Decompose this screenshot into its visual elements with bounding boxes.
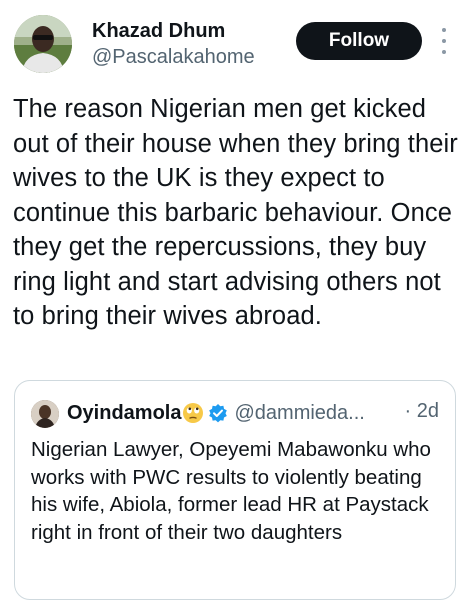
quoted-tweet-timestamp[interactable]: · 2d xyxy=(405,400,439,423)
tweet-header: Khazad Dhum @Pascalakahome Follow xyxy=(0,0,468,90)
quoted-author-row: Oyindamola @dammieda... xyxy=(67,399,365,427)
quoted-tweet-text: Nigerian Lawyer, Opeyemi Mabawonku who w… xyxy=(31,438,431,544)
quoted-author-handle[interactable]: @dammieda... xyxy=(234,402,364,425)
tweet-text: The reason Nigerian men get kicked out o… xyxy=(13,95,458,330)
author-handle[interactable]: @Pascalakahome xyxy=(92,46,255,69)
follow-button[interactable]: Follow xyxy=(296,22,422,60)
author-name[interactable]: Khazad Dhum xyxy=(92,20,225,43)
more-dot xyxy=(442,50,446,54)
quoted-author-avatar[interactable] xyxy=(31,400,59,428)
face-with-rolling-eyes-icon xyxy=(182,402,204,424)
quoted-author-avatar-image xyxy=(31,400,59,428)
more-dot xyxy=(442,39,446,43)
author-avatar-image xyxy=(14,15,72,73)
author-avatar[interactable] xyxy=(14,15,72,73)
more-vertical-icon[interactable] xyxy=(436,28,452,54)
more-dot xyxy=(442,28,446,32)
quoted-tweet-card[interactable]: Oyindamola @dammieda... · 2d Nigerian La… xyxy=(14,380,456,600)
quoted-author-name[interactable]: Oyindamola xyxy=(67,402,181,425)
verified-badge-icon xyxy=(208,403,228,423)
